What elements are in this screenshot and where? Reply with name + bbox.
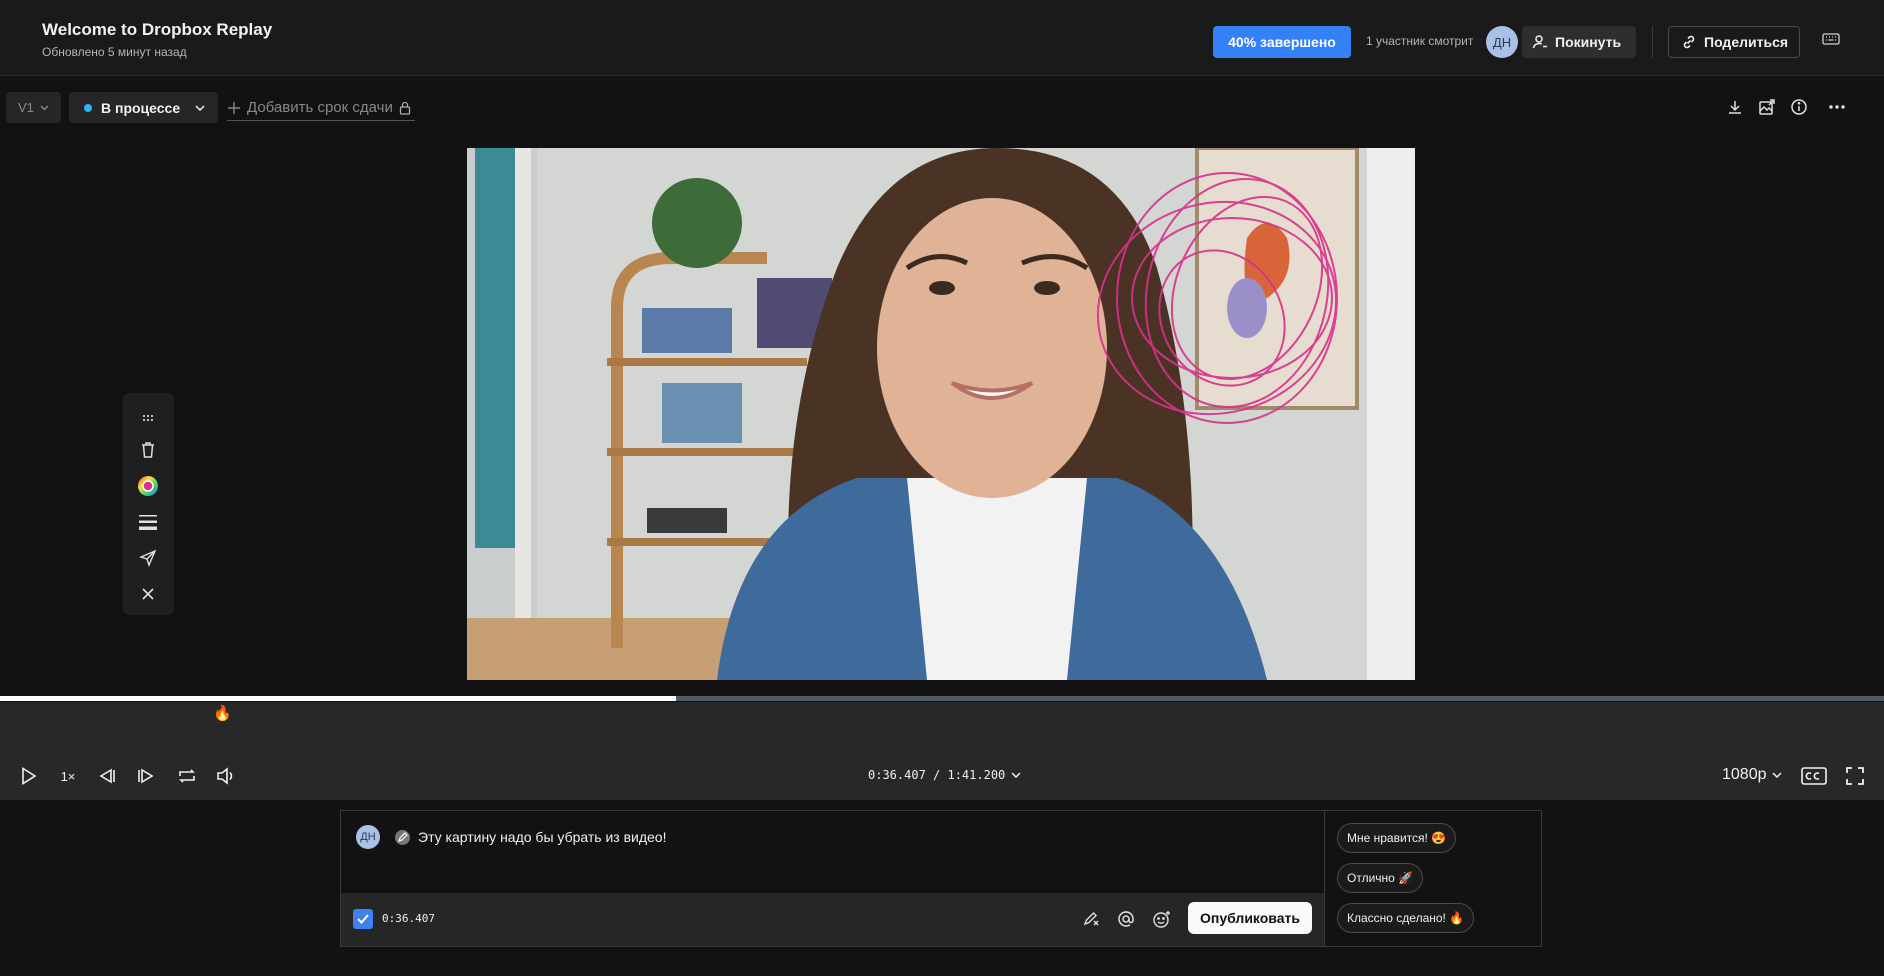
timestamp-checkbox[interactable] (353, 909, 373, 929)
add-deadline-button[interactable]: Добавить срок сдачи (227, 95, 415, 121)
status-dot (84, 103, 92, 112)
chevron-down-icon (1771, 772, 1782, 778)
more-options-icon[interactable] (1828, 98, 1846, 116)
publish-button[interactable]: Опубликовать (1188, 902, 1312, 934)
export-image-icon[interactable] (1758, 98, 1776, 116)
play-button[interactable] (18, 764, 40, 788)
send-icon[interactable] (136, 546, 160, 570)
status-select[interactable]: В процессе (69, 92, 218, 123)
previous-frame-button[interactable] (96, 764, 118, 788)
reaction-chip-like[interactable]: Мне нравится! 😍 (1337, 823, 1457, 853)
composer-toolbar: 0:36.407 Опубликовать (341, 893, 1324, 946)
status-label: В процессе (101, 99, 181, 116)
quick-reactions: Мне нравится! 😍 Отлично 🚀 Классно сделан… (1324, 810, 1542, 947)
lock-icon (399, 101, 411, 115)
share-button[interactable]: Поделиться (1668, 26, 1800, 58)
reaction-chip-great[interactable]: Отлично 🚀 (1337, 863, 1424, 893)
viewers-count: 1 участник смотрит (1366, 34, 1474, 48)
last-updated: Обновлено 5 минут назад (42, 45, 187, 59)
volume-button[interactable] (214, 764, 238, 788)
leave-label: Покинуть (1555, 34, 1622, 50)
drawing-tools-panel (123, 393, 174, 615)
top-header: Welcome to Dropbox Replay Обновлено 5 ми… (0, 0, 1884, 76)
info-icon[interactable] (1790, 98, 1808, 116)
mention-icon[interactable] (1116, 909, 1136, 929)
emoji-icon[interactable] (1152, 909, 1172, 929)
version-label: V1 (18, 100, 34, 115)
stroke-width-icon[interactable] (136, 510, 160, 534)
drag-handle-icon[interactable] (136, 406, 160, 430)
drawing-attached-icon (395, 830, 410, 845)
timeline-progress (0, 696, 677, 701)
loop-button[interactable] (175, 764, 199, 788)
share-label: Поделиться (1704, 34, 1789, 50)
avatar: ДН (356, 825, 380, 849)
leave-button[interactable]: Покинуть (1522, 26, 1636, 58)
playback-speed-button[interactable]: 1× (58, 764, 78, 788)
close-icon[interactable] (136, 582, 160, 606)
avatar[interactable]: ДН (1486, 26, 1518, 58)
comment-marker[interactable]: 🔥 (213, 704, 232, 722)
keyboard-icon[interactable] (1822, 32, 1840, 46)
fullscreen-icon[interactable] (1844, 764, 1866, 788)
timeline-scrubber[interactable] (0, 696, 1884, 701)
progress-badge[interactable]: 40% завершено (1213, 26, 1351, 58)
color-picker-icon[interactable] (136, 474, 160, 498)
project-title: Welcome to Dropbox Replay (42, 20, 273, 39)
next-frame-button[interactable] (135, 764, 157, 788)
reaction-chip-well-done[interactable]: Классно сделано! 🔥 (1337, 903, 1475, 933)
comment-input[interactable]: Эту картину надо бы убрать из видео! (418, 829, 666, 845)
divider (1652, 26, 1653, 58)
file-actions (1726, 98, 1846, 116)
chevron-down-icon (195, 104, 205, 111)
player-controls (0, 702, 1884, 800)
draw-annotation-icon[interactable] (1081, 909, 1101, 929)
quality-select[interactable]: 1080p (1722, 766, 1782, 784)
quality-label: 1080p (1722, 766, 1767, 783)
comment-timestamp: 0:36.407 (382, 912, 435, 925)
chevron-down-icon (1011, 772, 1021, 778)
timecode-display[interactable]: 0:36.407 / 1:41.200 (868, 768, 1021, 782)
captions-icon[interactable] (1801, 764, 1827, 788)
download-icon[interactable] (1726, 98, 1744, 116)
person-icon (1532, 34, 1548, 50)
deadline-label: Добавить срок сдачи (247, 99, 393, 116)
plus-icon (227, 101, 241, 115)
version-select[interactable]: V1 (6, 92, 61, 123)
video-frame[interactable] (467, 148, 1415, 680)
link-icon (1681, 34, 1697, 50)
comment-composer: ДН Эту картину надо бы убрать из видео! … (340, 810, 1325, 947)
timecode-text: 0:36.407 / 1:41.200 (868, 768, 1006, 782)
chevron-down-icon (40, 105, 49, 111)
trash-icon[interactable] (136, 438, 160, 462)
